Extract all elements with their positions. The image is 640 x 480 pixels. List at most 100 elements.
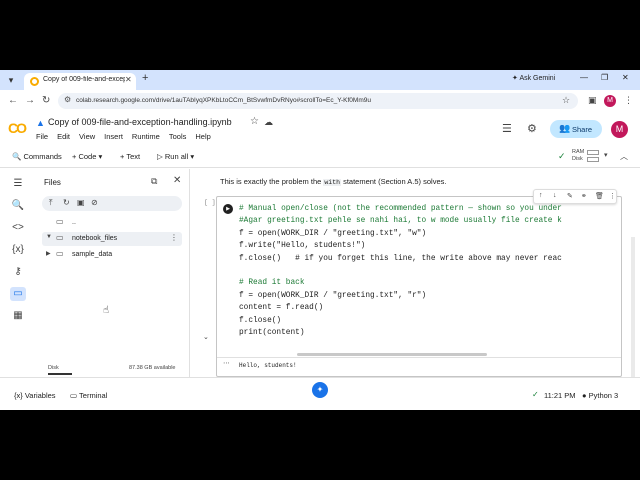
letterbox-bottom [0,410,640,480]
mount-drive-icon[interactable]: ▣ [77,198,85,207]
forward-icon[interactable]: → [25,95,35,106]
window-close-icon[interactable]: ✕ [622,73,629,82]
restore-icon[interactable]: ❐ [601,73,608,82]
files-folder-icon[interactable]: ▭ [10,287,26,301]
menu-tools[interactable]: Tools [169,132,187,141]
colab-header: CO ▲ Copy of 009-file-and-exception-hand… [0,112,640,148]
new-tab-button[interactable]: + [142,72,148,84]
open-in-tab-icon[interactable]: ⧉ [151,176,157,187]
link-icon[interactable]: ⚭ [581,192,587,200]
code-editor[interactable]: # Manual open/close (not the recommended… [239,203,562,339]
browser-tab[interactable]: Copy of 009-file-and-exception- ✕ [24,73,136,90]
terminal-label: Terminal [79,391,108,400]
site-info-icon[interactable]: ⚙ [64,95,71,104]
cell-output: Hello, students! [239,362,297,369]
close-panel-icon[interactable]: ✕ [173,175,181,186]
folder-icon: ▭ [56,217,64,226]
notebook-title[interactable]: Copy of 009-file-and-exception-handling.… [48,117,232,127]
back-icon[interactable]: ← [8,95,18,106]
more-options-icon[interactable]: ⋮ [170,233,178,242]
menu-view[interactable]: View [79,132,95,141]
browser-menu-icon[interactable]: ⋮ [624,95,633,106]
menu-runtime[interactable]: Runtime [132,132,160,141]
connected-check-icon: ✓ [558,151,566,161]
text-cell-after: statement (Section A.5) solves. [341,177,447,186]
edit-pencil-icon[interactable]: ✎ [567,192,573,200]
share-people-icon: 👥 [559,123,571,133]
variables-icon[interactable]: {x} [10,243,26,257]
secrets-key-icon[interactable]: ⚷ [10,265,26,279]
disk-label: Disk [48,365,59,371]
reload-icon[interactable]: ↻ [42,95,50,106]
code-line: content = f.read() [239,304,324,313]
share-label: Share [572,125,593,134]
terminal-table-icon[interactable]: ▦ [10,309,26,323]
caret-down-icon[interactable]: ▼ [46,234,52,240]
menu-edit[interactable]: Edit [57,132,70,141]
folder-icon: ▭ [56,233,64,242]
tab-search-icon[interactable]: ▾ [5,74,17,86]
code-line: # Read it back [239,279,305,288]
files-panel: Files ⧉ ✕ ⤒ ↻ ▣ ⊘ ▭ .. ▼ ▭ notebook_file… [36,169,190,377]
account-avatar[interactable]: M [611,121,628,138]
text-cell[interactable]: This is exactly the problem the with sta… [220,177,446,186]
browser-profile-avatar[interactable]: M [604,95,616,107]
ask-gemini-button[interactable]: ✦ Ask Gemini [512,74,555,82]
refresh-icon[interactable]: ↻ [63,198,70,207]
browser-tab-strip: ▾ Copy of 009-file-and-exception- ✕ + ✦ … [0,70,640,90]
runtime-dropdown-icon[interactable]: ▾ [604,151,608,159]
ram-usage-bar [587,150,599,155]
commands-button[interactable]: 🔍 Commands [12,152,62,161]
upload-icon[interactable]: ⤒ [49,198,53,208]
gemini-fab-icon[interactable]: ✦ [312,382,328,398]
tree-item-parent[interactable]: ▭ .. [42,216,182,230]
code-line: ​ [239,265,562,277]
menu-help[interactable]: Help [195,132,210,141]
more-options-icon[interactable]: ⋮ [609,192,616,200]
execution-ok-icon: ✓ [532,390,539,399]
star-icon[interactable]: ☆ [250,116,259,127]
horizontal-scrollbar[interactable] [297,353,487,356]
bookmark-star-icon[interactable]: ☆ [562,95,570,106]
move-down-icon[interactable]: ↓ [553,192,557,199]
collapse-header-icon[interactable]: ︿ [620,151,628,162]
extension-icon[interactable]: ▣ [588,95,597,106]
comments-icon[interactable]: ☰ [502,122,512,135]
variables-button[interactable]: {x} Variables [14,391,56,400]
menu-bar: File Edit View Insert Runtime Tools Help [36,132,211,141]
colab-logo[interactable]: CO [8,120,27,136]
run-cell-button[interactable]: ▶ [223,204,233,214]
move-up-icon[interactable]: ↑ [539,192,543,199]
code-line: print(content) [239,329,305,338]
code-cell[interactable]: ▶ ↑ ↓ ✎ ⚭ 🗑 ⋮ # Manual open/close (not t… [216,189,622,377]
variables-label: Variables [24,391,56,400]
menu-file[interactable]: File [36,132,48,141]
run-all-button[interactable]: ▷ Run all ▾ [157,152,194,161]
tab-close-icon[interactable]: ✕ [125,75,132,84]
terminal-button[interactable]: ▭ Terminal [70,391,107,400]
tree-item-notebook-files[interactable]: ▼ ▭ notebook_files ⋮ [42,232,182,246]
find-icon[interactable]: 🔍 [10,199,26,213]
hide-files-icon[interactable]: ⊘ [91,198,98,207]
disk-label: Disk [572,156,583,162]
share-button[interactable]: 👥 Share [550,120,602,138]
tree-item-sample-data[interactable]: ▶ ▭ sample_data [42,248,182,262]
menu-insert[interactable]: Insert [104,132,123,141]
add-code-button[interactable]: + Code ▾ [72,152,102,161]
settings-gear-icon[interactable]: ⚙ [527,122,537,135]
minimize-icon[interactable]: — [580,73,588,82]
code-snippets-icon[interactable]: <> [10,221,26,235]
runtime-type[interactable]: ● Python 3 [582,391,618,400]
url-input[interactable]: ⚙ colab.research.google.com/drive/1auTAb… [58,93,578,109]
vertical-scrollbar[interactable] [631,237,635,377]
caret-right-icon[interactable]: ▶ [46,250,51,257]
output-collapse-icon[interactable]: ⌄ [203,333,209,341]
resource-indicator[interactable]: RAM Disk [572,149,584,163]
commands-label: Commands [23,152,62,161]
code-line: #Agar greeting.txt pehle se nahi hai, to… [239,217,562,226]
table-of-contents-icon[interactable]: ☰ [10,177,26,191]
disk-available: 87.38 GB available [129,365,176,371]
delete-icon[interactable]: 🗑 [595,192,604,200]
add-text-button[interactable]: + Text [120,152,140,161]
output-menu-icon[interactable]: ⋯ [223,359,230,367]
